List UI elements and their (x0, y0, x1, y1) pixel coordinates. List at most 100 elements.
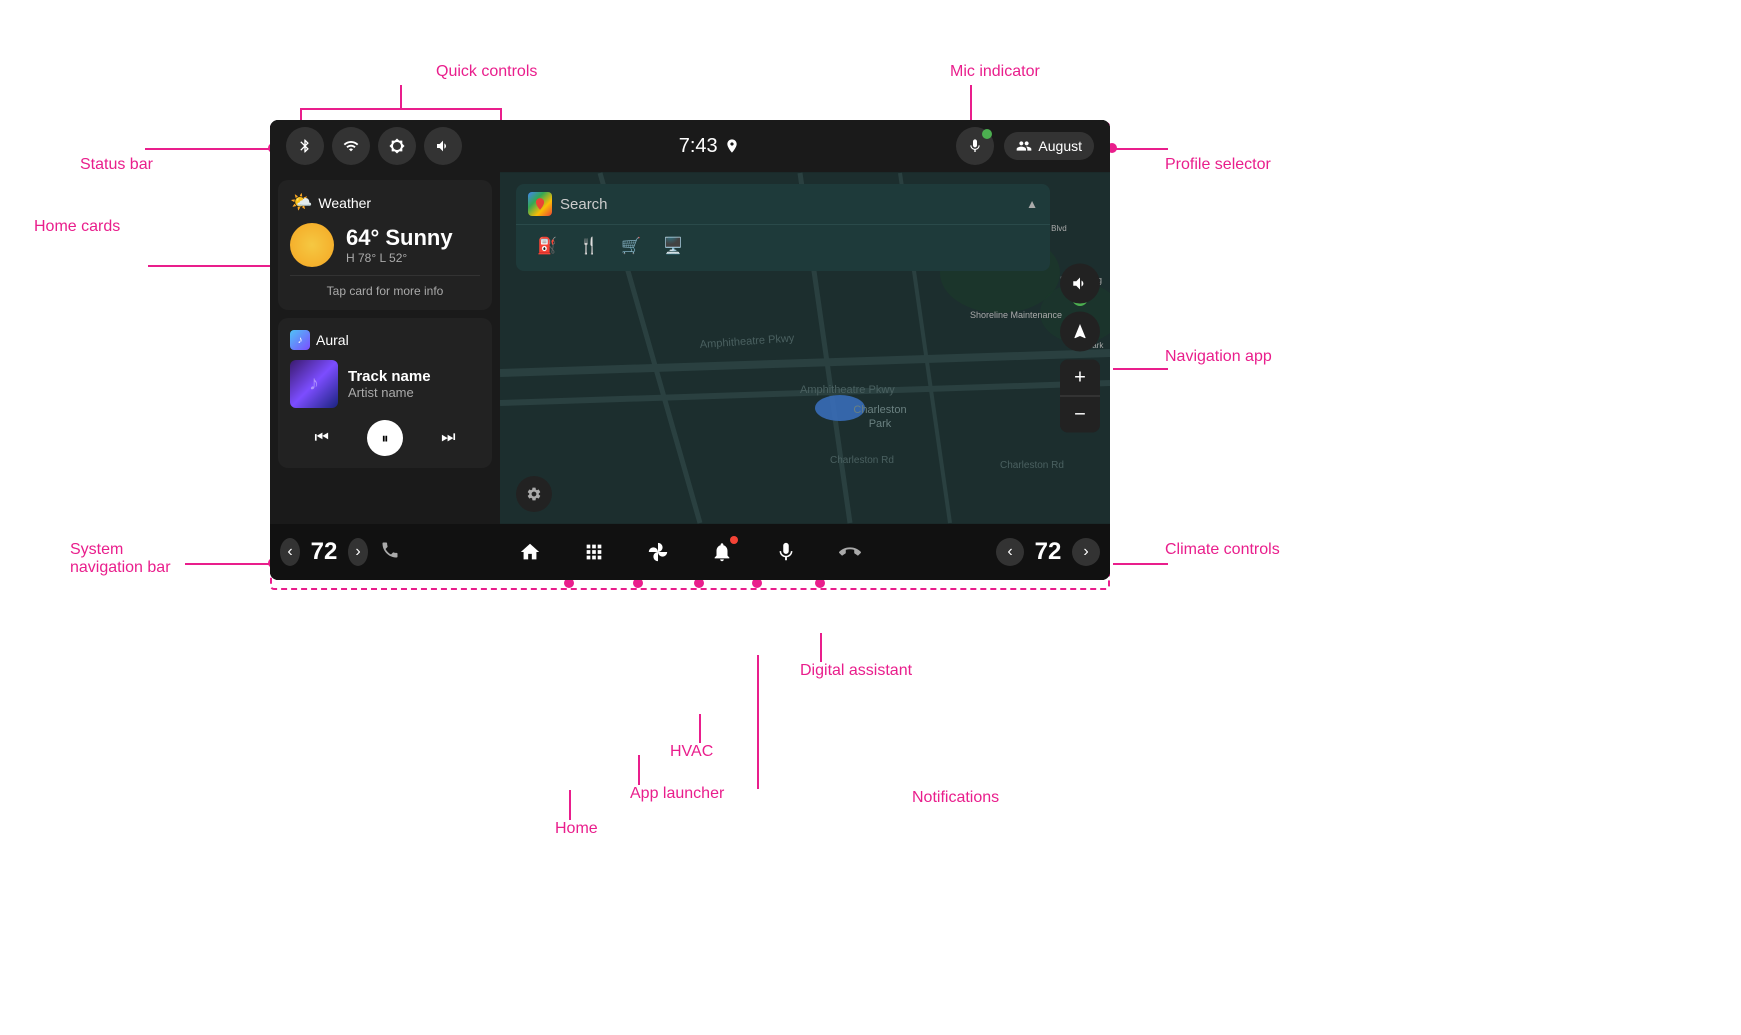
left-temp-value: 72 (304, 538, 344, 566)
shopping-category-btn[interactable]: 🛒 (616, 231, 646, 261)
notification-dot (730, 536, 738, 544)
search-chevron-icon: ▲ (1026, 197, 1038, 211)
status-bar-center: 7:43 (679, 135, 740, 158)
svg-text:Amphitheatre Pkwy: Amphitheatre Pkwy (800, 384, 895, 396)
home-cards-label: Home cards (34, 218, 120, 236)
notifications-label: Notifications (912, 789, 999, 807)
call-end-icon (839, 541, 861, 563)
svg-text:Charleston: Charleston (853, 404, 906, 416)
settings-icon (526, 486, 542, 502)
system-nav-bar-label: Systemnavigation bar (70, 541, 171, 577)
restaurant-category-btn[interactable]: 🍴 (574, 231, 604, 261)
call-nav-btn[interactable] (828, 530, 872, 574)
app-launcher-btn[interactable] (572, 530, 616, 574)
parking-category-btn[interactable]: 🖥️ (658, 231, 688, 261)
weather-temp: 64° Sunny (346, 225, 453, 251)
profile-selector-label: Profile selector (1165, 156, 1271, 174)
temp-increase-left-btn[interactable]: › (348, 538, 368, 566)
weather-tap-info: Tap card for more info (290, 275, 480, 298)
music-info: Track name Artist name (348, 368, 480, 400)
hvac-btn[interactable] (636, 530, 680, 574)
weather-header: 🌤️ Weather (290, 192, 480, 213)
weather-card[interactable]: 🌤️ Weather 64° Sunny H 78° L 52° Tap car… (278, 180, 492, 310)
map-settings-btn[interactable] (516, 476, 552, 512)
notifications-btn[interactable] (700, 530, 744, 574)
temp-increase-right-btn[interactable]: › (1072, 538, 1100, 566)
profile-name: August (1038, 138, 1082, 154)
weather-main: 64° Sunny H 78° L 52° (290, 223, 480, 267)
volume-btn[interactable] (424, 127, 462, 165)
fan-icon (647, 541, 669, 563)
zoom-in-btn[interactable]: + (1060, 360, 1100, 396)
maps-icon (528, 192, 552, 216)
weather-hl: H 78° L 52° (346, 251, 453, 265)
mic-icon (967, 138, 983, 154)
hvac-label: HVAC (670, 743, 713, 761)
home-label: Home (555, 820, 598, 838)
search-bar[interactable]: Search ▲ ⛽ 🍴 🛒 🖥️ (516, 184, 1050, 271)
quick-controls-label: Quick controls (436, 63, 537, 81)
navigation-app[interactable]: Amphitheatre Pkwy Amphitheatre Pkwy Char… (500, 172, 1110, 524)
status-bar-left (286, 127, 462, 165)
album-art (290, 360, 338, 408)
home-nav-btn[interactable] (508, 530, 552, 574)
svg-text:Charleston Rd: Charleston Rd (830, 455, 894, 466)
grid-icon (583, 541, 605, 563)
temp-decrease-left-btn[interactable]: ‹ (280, 538, 300, 566)
home-icon (519, 541, 541, 563)
climate-controls-label: Climate controls (1165, 541, 1280, 559)
assistant-mic-icon (775, 541, 797, 563)
mic-active-dot (982, 129, 992, 139)
svg-text:Charleston Rd: Charleston Rd (1000, 460, 1064, 471)
brightness-btn[interactable] (378, 127, 416, 165)
svg-text:Shoreline Maintenance: Shoreline Maintenance (970, 310, 1062, 320)
artist-name: Artist name (348, 385, 480, 400)
mic-indicator-label: Mic indicator (950, 63, 1040, 81)
next-track-btn[interactable]: ⏭ (430, 420, 466, 456)
search-placeholder: Search (560, 196, 1018, 213)
track-name: Track name (348, 368, 480, 385)
map-right-controls: + − (1060, 264, 1100, 433)
left-panel: 🌤️ Weather 64° Sunny H 78° L 52° Tap car… (270, 172, 500, 524)
car-ui-container: 7:43 August (270, 120, 1110, 580)
location-pin-icon (724, 138, 740, 154)
bell-icon (711, 541, 733, 563)
play-pause-btn[interactable]: ⏸ (367, 420, 403, 456)
music-controls: ⏮ ⏸ ⏭ (290, 420, 480, 456)
status-bar-right: August (956, 127, 1094, 165)
phone-icon (380, 540, 400, 565)
nav-center (410, 530, 970, 574)
bluetooth-btn[interactable] (286, 127, 324, 165)
mic-indicator[interactable] (956, 127, 994, 165)
climate-left: ‹ 72 › (270, 538, 410, 566)
time-display: 7:43 (679, 135, 718, 158)
search-categories: ⛽ 🍴 🛒 🖥️ (516, 224, 1050, 271)
assistant-btn[interactable] (764, 530, 808, 574)
fuel-category-btn[interactable]: ⛽ (532, 231, 562, 261)
music-header: ♪ Aural (290, 330, 480, 350)
app-launcher-label: App launcher (630, 785, 724, 803)
map-zoom-controls: + − (1060, 360, 1100, 433)
music-app-icon: ♪ (290, 330, 310, 350)
profile-icon (1016, 138, 1032, 154)
climate-right: ‹ 72 › (970, 538, 1110, 566)
temp-decrease-right-btn[interactable]: ‹ (996, 538, 1024, 566)
music-card[interactable]: ♪ Aural Track name Artist name ⏮ ⏸ ⏭ (278, 318, 492, 468)
right-temp-value: 72 (1028, 538, 1068, 566)
search-input-row: Search ▲ (516, 184, 1050, 224)
weather-info: 64° Sunny H 78° L 52° (346, 225, 453, 265)
music-app-name: Aural (316, 332, 349, 348)
profile-selector[interactable]: August (1004, 132, 1094, 160)
main-content: 🌤️ Weather 64° Sunny H 78° L 52° Tap car… (270, 172, 1110, 524)
digital-assistant-label: Digital assistant (800, 662, 912, 680)
music-track-row: Track name Artist name (290, 360, 480, 408)
prev-track-btn[interactable]: ⏮ (304, 420, 340, 456)
signal-btn[interactable] (332, 127, 370, 165)
navigation-app-label: Navigation app (1165, 348, 1272, 366)
system-navigation-bar: ‹ 72 › (270, 524, 1110, 580)
volume-overlay-btn[interactable] (1060, 264, 1100, 304)
zoom-out-btn[interactable]: − (1060, 397, 1100, 433)
svg-text:Park: Park (869, 418, 892, 430)
status-bar-label: Status bar (80, 156, 153, 174)
navigation-btn[interactable] (1060, 312, 1100, 352)
